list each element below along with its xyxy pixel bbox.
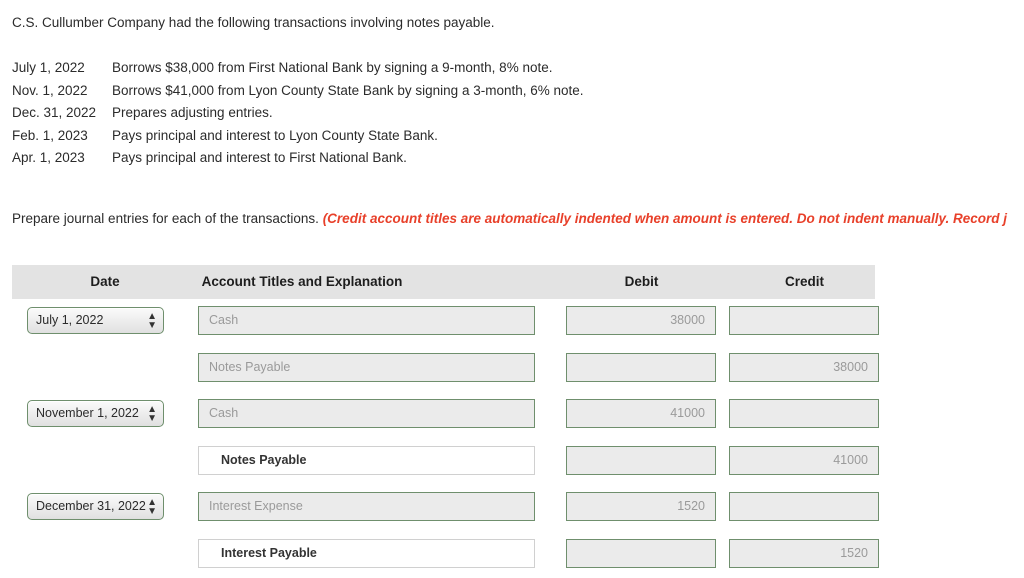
journal-entry-table: Date Account Titles and Explanation Debi… <box>12 265 875 571</box>
journal-body: July 1, 2022 ▲ ▼ Cash 38000 Notes Payabl… <box>12 299 875 571</box>
account-title-input[interactable]: Cash <box>198 399 535 428</box>
transaction-item: Nov. 1, 2022Borrows $41,000 from Lyon Co… <box>12 80 584 103</box>
credit-amount-input[interactable]: 38000 <box>729 353 879 382</box>
date-dropdown[interactable]: November 1, 2022 ▲ ▼ <box>27 400 164 427</box>
credit-amount-input[interactable]: 41000 <box>729 446 879 475</box>
journal-header-row: Date Account Titles and Explanation Debi… <box>12 265 875 299</box>
credit-amount-input[interactable] <box>729 492 879 521</box>
account-title-input[interactable]: Interest Expense <box>198 492 535 521</box>
transaction-item: Dec. 31, 2022Prepares adjusting entries. <box>12 102 584 125</box>
transaction-date: Apr. 1, 2023 <box>12 147 112 170</box>
transaction-date: Dec. 31, 2022 <box>12 102 112 125</box>
credit-amount-input[interactable] <box>729 306 879 335</box>
journal-row: Interest Payable 1520 <box>12 532 875 578</box>
account-title-input[interactable]: Cash <box>198 306 535 335</box>
credit-amount-input[interactable] <box>729 399 879 428</box>
account-title-input[interactable]: Interest Payable <box>198 539 535 568</box>
debit-amount-input[interactable] <box>566 353 716 382</box>
stepper-arrows-icon[interactable]: ▲ ▼ <box>147 312 157 330</box>
account-title-input[interactable]: Notes Payable <box>198 446 535 475</box>
transaction-item: July 1, 2022Borrows $38,000 from First N… <box>12 57 584 80</box>
date-dropdown-value: July 1, 2022 <box>36 313 103 327</box>
debit-amount-input[interactable] <box>566 539 716 568</box>
stepper-down-icon: ▼ <box>147 507 157 516</box>
debit-amount-input[interactable]: 1520 <box>566 492 716 521</box>
journal-row: July 1, 2022 ▲ ▼ Cash 38000 <box>12 299 875 346</box>
date-dropdown-value: November 1, 2022 <box>36 406 139 420</box>
journal-row: December 31, 2022 ▲ ▼ Interest Expense 1… <box>12 485 875 532</box>
transaction-description: Pays principal and interest to Lyon Coun… <box>112 125 438 148</box>
stepper-arrows-icon[interactable]: ▲ ▼ <box>147 405 157 423</box>
stepper-down-icon: ▼ <box>147 414 157 423</box>
date-dropdown[interactable]: July 1, 2022 ▲ ▼ <box>27 307 164 334</box>
journal-row: Notes Payable 41000 <box>12 439 875 486</box>
account-title-input[interactable]: Notes Payable <box>198 353 535 382</box>
problem-intro: C.S. Cullumber Company had the following… <box>12 14 495 32</box>
stepper-arrows-icon[interactable]: ▲ ▼ <box>147 498 157 516</box>
transaction-date: Nov. 1, 2022 <box>12 80 112 103</box>
journal-row: Notes Payable 38000 <box>12 346 875 393</box>
instruction-main: Prepare journal entries for each of the … <box>12 211 319 226</box>
transaction-description: Borrows $38,000 from First National Bank… <box>112 57 552 80</box>
column-header-credit: Credit <box>717 274 892 289</box>
transaction-item: Apr. 1, 2023Pays principal and interest … <box>12 147 584 170</box>
date-dropdown-value: December 31, 2022 <box>36 499 146 513</box>
column-header-account: Account Titles and Explanation <box>187 274 417 289</box>
transaction-list: July 1, 2022Borrows $38,000 from First N… <box>12 57 584 170</box>
debit-amount-input[interactable]: 38000 <box>566 306 716 335</box>
column-header-debit: Debit <box>554 274 729 289</box>
transaction-description: Prepares adjusting entries. <box>112 102 273 125</box>
date-dropdown[interactable]: December 31, 2022 ▲ ▼ <box>27 493 164 520</box>
instruction-note: (Credit account titles are automatically… <box>323 211 1007 226</box>
instruction-text: Prepare journal entries for each of the … <box>12 209 1024 229</box>
transaction-description: Pays principal and interest to First Nat… <box>112 147 407 170</box>
transaction-description: Borrows $41,000 from Lyon County State B… <box>112 80 584 103</box>
journal-row: November 1, 2022 ▲ ▼ Cash 41000 <box>12 392 875 439</box>
debit-amount-input[interactable] <box>566 446 716 475</box>
transaction-item: Feb. 1, 2023Pays principal and interest … <box>12 125 584 148</box>
debit-amount-input[interactable]: 41000 <box>566 399 716 428</box>
column-header-date: Date <box>26 274 184 289</box>
transaction-date: July 1, 2022 <box>12 57 112 80</box>
stepper-down-icon: ▼ <box>147 321 157 330</box>
transaction-date: Feb. 1, 2023 <box>12 125 112 148</box>
credit-amount-input[interactable]: 1520 <box>729 539 879 568</box>
